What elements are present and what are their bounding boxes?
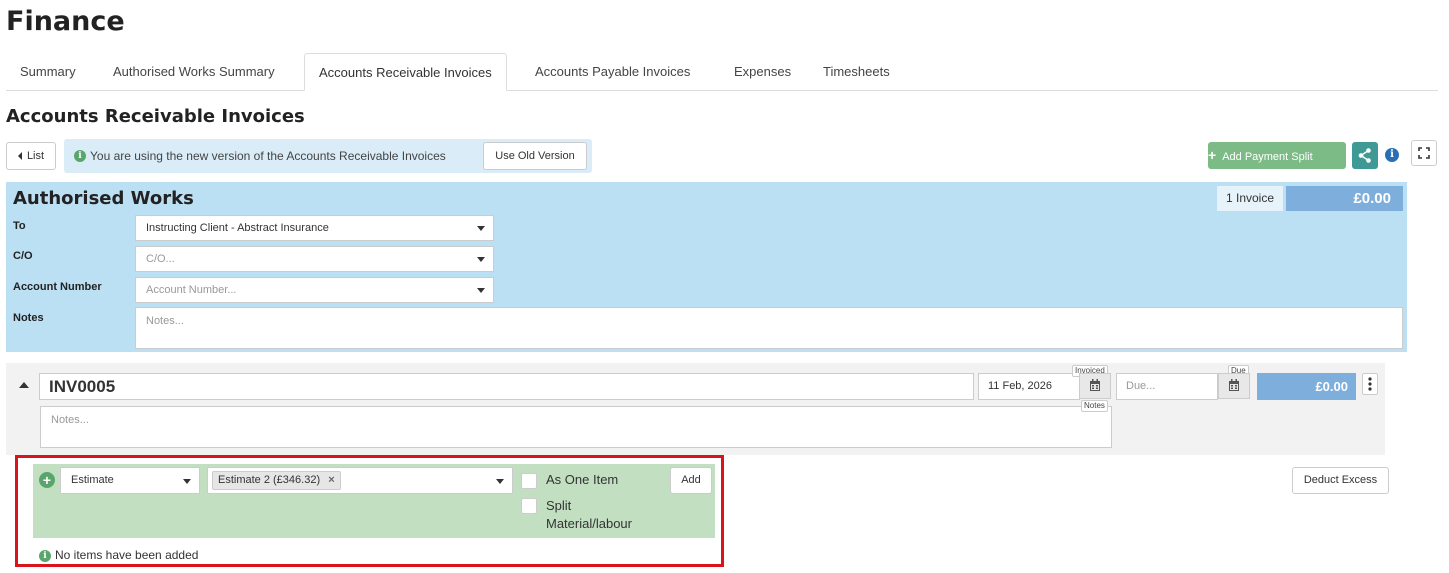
list-button[interactable]: List — [6, 142, 56, 170]
section-title: Accounts Receivable Invoices — [6, 106, 305, 127]
to-select[interactable]: Instructing Client - Abstract Insurance — [135, 215, 494, 241]
tab-expenses[interactable]: Expenses — [720, 53, 805, 91]
authorised-works-title: Authorised Works — [13, 188, 194, 209]
split-label-line1: Split — [546, 498, 572, 513]
add-item-button[interactable]: Add — [670, 467, 712, 494]
as-one-item-checkbox[interactable] — [521, 473, 537, 489]
chevron-down-icon — [183, 479, 191, 484]
invoiced-date-field[interactable]: 11 Feb, 2026 — [978, 373, 1080, 400]
to-select-value: Instructing Client - Abstract Insurance — [146, 222, 329, 234]
chevron-down-icon — [477, 288, 485, 293]
add-payment-split-button[interactable]: + Add Payment Split — [1208, 142, 1346, 169]
fullscreen-button[interactable] — [1411, 140, 1437, 166]
co-select-placeholder: C/O... — [146, 253, 175, 265]
chevron-down-icon — [496, 479, 504, 484]
item-type-select[interactable]: Estimate — [60, 467, 200, 494]
to-label: To — [13, 220, 26, 232]
info-icon: i — [74, 150, 86, 162]
collapse-caret-icon[interactable] — [19, 382, 29, 388]
remove-chip-icon[interactable]: × — [328, 474, 334, 486]
caret-left-icon — [17, 152, 22, 161]
calendar-icon — [1229, 379, 1239, 391]
invoiced-date-calendar-button[interactable] — [1079, 373, 1111, 399]
info-icon: i — [39, 550, 51, 562]
works-total-amount: £0.00 — [1286, 186, 1403, 211]
plus-icon: + — [1208, 147, 1217, 163]
calendar-icon — [1090, 379, 1100, 391]
account-number-label: Account Number — [13, 281, 102, 293]
more-vertical-icon — [1368, 377, 1372, 391]
selected-estimate-label: Estimate 2 (£346.32) — [218, 474, 321, 486]
share-icon — [1358, 148, 1371, 163]
invoice-number-field[interactable]: INV0005 — [39, 373, 974, 400]
add-items-panel: + Estimate Estimate 2 (£346.32) × As One… — [33, 464, 715, 538]
invoice-options-button[interactable] — [1362, 373, 1378, 395]
fullscreen-icon — [1418, 147, 1430, 159]
co-label: C/O — [13, 250, 33, 262]
tab-accounts-receivable-invoices[interactable]: Accounts Receivable Invoices — [304, 53, 507, 91]
estimate-multiselect[interactable]: Estimate 2 (£346.32) × — [207, 467, 513, 494]
selected-estimate-chip: Estimate 2 (£346.32) × — [212, 471, 341, 490]
tab-timesheets[interactable]: Timesheets — [809, 53, 904, 91]
item-type-value: Estimate — [71, 474, 114, 486]
invoice-notes-field[interactable]: Notes... — [40, 406, 1112, 448]
invoice-panel: INV0005 11 Feb, 2026 Invoiced Due... Due… — [6, 363, 1385, 455]
tab-authorised-works-summary[interactable]: Authorised Works Summary — [99, 53, 289, 91]
page-title: Finance — [6, 6, 125, 37]
chevron-down-icon — [477, 226, 485, 231]
invoice-count-badge: 1 Invoice — [1217, 186, 1283, 211]
add-payment-split-label: Add Payment Split — [1222, 151, 1313, 163]
due-date-field[interactable]: Due... — [1116, 373, 1218, 400]
new-version-text: You are using the new version of the Acc… — [90, 149, 446, 163]
add-circle-icon[interactable]: + — [39, 472, 55, 488]
tab-accounts-payable-invoices[interactable]: Accounts Payable Invoices — [521, 53, 704, 91]
co-select[interactable]: C/O... — [135, 246, 494, 272]
notes-tag: Notes — [1081, 400, 1108, 412]
due-date-calendar-button[interactable] — [1218, 373, 1250, 399]
deduct-excess-button[interactable]: Deduct Excess — [1292, 467, 1389, 494]
works-notes-field[interactable]: Notes... — [135, 307, 1403, 349]
use-old-version-button[interactable]: Use Old Version — [483, 142, 587, 170]
invoice-amount: £0.00 — [1257, 373, 1356, 400]
notes-label: Notes — [13, 312, 44, 324]
share-button[interactable] — [1352, 142, 1378, 169]
tab-bar: Summary Authorised Works Summary Account… — [6, 53, 1438, 91]
authorised-works-panel: Authorised Works 1 Invoice £0.00 To Inst… — [6, 182, 1407, 352]
account-number-select[interactable]: Account Number... — [135, 277, 494, 303]
account-number-placeholder: Account Number... — [146, 284, 237, 296]
list-button-label: List — [26, 150, 45, 162]
help-info-icon[interactable]: i — [1385, 148, 1399, 162]
new-version-notice: i You are using the new version of the A… — [64, 139, 592, 173]
as-one-item-label: As One Item — [546, 472, 619, 487]
chevron-down-icon — [477, 257, 485, 262]
split-label-line2: Material/labour — [546, 516, 632, 531]
tab-summary[interactable]: Summary — [6, 53, 90, 91]
split-material-labour-checkbox[interactable] — [521, 498, 537, 514]
empty-items-message: No items have been added — [55, 548, 199, 562]
